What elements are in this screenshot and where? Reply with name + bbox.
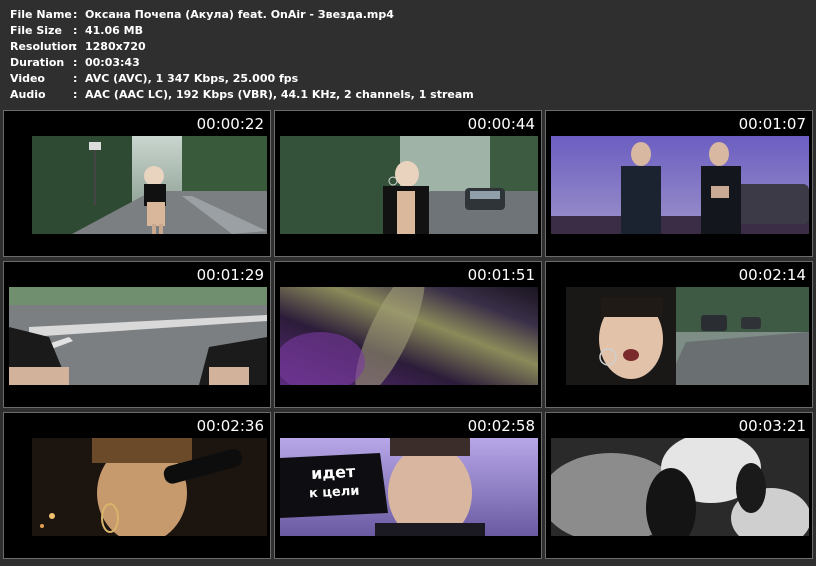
info-row-file-size: File Size : 41.06 MB [10, 23, 474, 39]
timestamp: 00:01:07 [738, 115, 806, 133]
timestamp: 00:01:51 [467, 266, 535, 284]
thumbnail-3[interactable]: 00:01:07 [545, 110, 813, 257]
info-row-audio: Audio : AAC (AAC LC), 192 Kbps (VBR), 44… [10, 87, 474, 103]
thumbnail-6[interactable]: 00:02:14 [545, 261, 813, 408]
frame-image [32, 438, 267, 536]
info-key: Resolution [10, 40, 77, 53]
timestamp: 00:01:29 [196, 266, 264, 284]
frame-image [551, 136, 809, 234]
timestamp: 00:00:44 [467, 115, 535, 133]
timestamp: 00:02:36 [196, 417, 264, 435]
thumbnail-8[interactable]: идет к цели 00:02:58 [274, 412, 542, 559]
timestamp: 00:03:21 [738, 417, 806, 435]
timestamp: 00:02:58 [467, 417, 535, 435]
info-key: Video [10, 72, 45, 85]
thumbnail-7[interactable]: 00:02:36 [3, 412, 271, 559]
timestamp: 00:00:22 [196, 115, 264, 133]
thumbnail-2[interactable]: 00:00:44 [274, 110, 542, 257]
info-colon: : [73, 24, 78, 37]
info-row-video: Video : AVC (AVC), 1 347 Kbps, 25.000 fp… [10, 71, 474, 87]
thumbnail-5[interactable]: 00:01:51 [274, 261, 542, 408]
info-colon: : [73, 8, 78, 21]
info-value: 1280x720 [85, 40, 146, 53]
thumbnail-1[interactable]: 00:00:22 [3, 110, 271, 257]
info-value: AAC (AAC LC), 192 Kbps (VBR), 44.1 KHz, … [85, 88, 474, 101]
info-value: Оксана Почепа (Акула) feat. OnAir - Звез… [85, 8, 394, 21]
contact-sheet: File Name : Оксана Почепа (Акула) feat. … [0, 0, 816, 566]
info-value: 00:03:43 [85, 56, 140, 69]
media-info-panel: File Name : Оксана Почепа (Акула) feat. … [10, 7, 474, 103]
info-colon: : [73, 72, 78, 85]
thumbnail-4[interactable]: 00:01:29 [3, 261, 271, 408]
info-value: AVC (AVC), 1 347 Kbps, 25.000 fps [85, 72, 299, 85]
caption-line-1: идет [310, 461, 356, 484]
thumbnail-9[interactable]: 00:03:21 [545, 412, 813, 559]
info-colon: : [73, 40, 78, 53]
info-key: Audio [10, 88, 46, 101]
info-key: Duration [10, 56, 65, 69]
info-colon: : [73, 56, 78, 69]
info-row-duration: Duration : 00:03:43 [10, 55, 474, 71]
frame-image [9, 287, 267, 385]
info-key: File Name [10, 8, 72, 21]
thumbnail-grid: 00:00:22 00:00:44 00:01:07 00:01:29 00:0… [3, 110, 813, 566]
frame-image [280, 287, 538, 385]
timestamp: 00:02:14 [738, 266, 806, 284]
info-row-resolution: Resolution : 1280x720 [10, 39, 474, 55]
frame-image [32, 136, 267, 234]
frame-image [566, 287, 809, 385]
info-key: File Size [10, 24, 62, 37]
caption-line-2: к цели [308, 483, 360, 502]
info-colon: : [73, 88, 78, 101]
frame-image [280, 136, 538, 234]
info-row-file-name: File Name : Оксана Почепа (Акула) feat. … [10, 7, 474, 23]
info-value: 41.06 MB [85, 24, 143, 37]
frame-image [551, 438, 809, 536]
